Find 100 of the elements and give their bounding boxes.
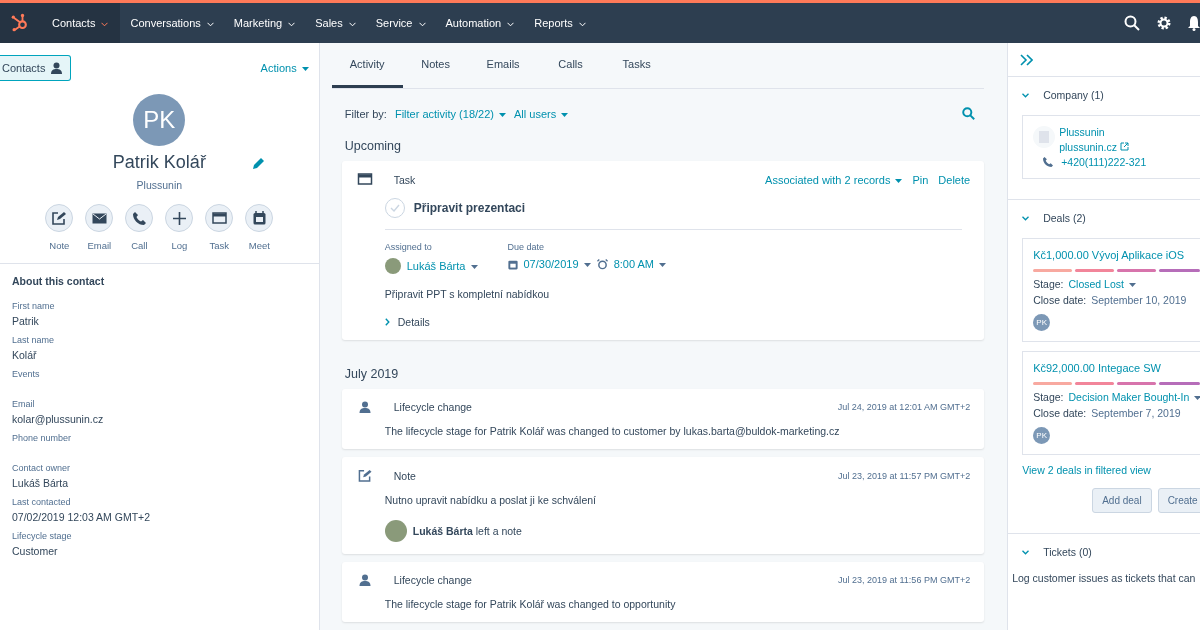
- chevron-right-icon: [384, 318, 390, 326]
- nav-menu-item[interactable]: Contacts: [40, 3, 121, 43]
- close-date-text: Close date: September 7, 2019: [1033, 407, 1182, 419]
- task-title: Připravit prezentaci: [413, 201, 526, 215]
- event-description: The lifecycle stage for Patrik Kolář was changed to opportunity: [383, 598, 677, 610]
- activity-tab[interactable]: Emails: [468, 43, 538, 88]
- note-author-text: Lukáš Bárta left a note: [412, 525, 522, 537]
- deal-stage-dropdown[interactable]: Closed Lost: [1068, 278, 1136, 290]
- chevron-down-icon: [101, 21, 109, 27]
- deal-stage-dropdown[interactable]: Decision Maker Bought-In: [1068, 391, 1200, 403]
- property-value[interactable]: 07/02/2019 12:03 AM GMT+2: [12, 511, 307, 523]
- calendar-icon: [507, 258, 518, 270]
- event-description: Nutno upravit nabídku a poslat ji ke schválení: [383, 494, 598, 506]
- deal-title-link[interactable]: Kč1,000.00 Vývoj Aplikace iOS: [1033, 249, 1185, 261]
- company-name-link[interactable]: Plussunin: [1059, 126, 1147, 138]
- sprocket-logo-icon[interactable]: [0, 3, 40, 43]
- chevron-down-icon[interactable]: [1022, 549, 1030, 555]
- event-timestamp: Jul 23, 2019 at 11:56 PM GMT+2: [838, 575, 971, 585]
- due-date-label: Due date: [507, 242, 546, 252]
- due-date-dropdown[interactable]: 07/30/2019: [523, 258, 591, 270]
- caret-down-icon: [1194, 396, 1200, 401]
- notification-bell-icon[interactable]: [1188, 15, 1200, 31]
- activity-tab[interactable]: Activity: [331, 43, 403, 88]
- chevron-down-icon[interactable]: [1022, 92, 1030, 98]
- activity-tab[interactable]: Calls: [537, 43, 604, 88]
- caret-down-icon: [583, 263, 591, 268]
- quick-action-button[interactable]: [245, 204, 274, 232]
- nav-menu-item[interactable]: Sales: [305, 3, 366, 43]
- quick-action-button[interactable]: [125, 204, 154, 232]
- task-window-icon: [356, 173, 373, 186]
- person-icon: [51, 62, 63, 74]
- property-value[interactable]: Kolář: [12, 349, 307, 361]
- stage-label: Stage:: [1033, 391, 1064, 403]
- contact-company: Plussunin: [135, 179, 184, 191]
- nav-menu-item[interactable]: Conversations: [120, 3, 224, 43]
- property-label: Phone number: [12, 433, 73, 443]
- caret-down-icon: [470, 265, 478, 270]
- owner-avatar: PK: [1033, 314, 1051, 331]
- quick-action-label: Meet: [248, 240, 270, 251]
- nav-menu-item[interactable]: Reports: [524, 3, 596, 43]
- filter-activity-dropdown[interactable]: Filter activity (18/22): [394, 107, 506, 120]
- checkmark-icon: [389, 204, 400, 212]
- quick-action-label: Call: [131, 240, 148, 251]
- phone-icon: [132, 211, 146, 225]
- quick-action-button[interactable]: [165, 204, 194, 232]
- property-label: Lifecycle stage: [12, 531, 73, 541]
- delete-link[interactable]: Delete: [938, 173, 971, 186]
- deal-action-button[interactable]: Add deal: [1092, 488, 1152, 513]
- quick-action-button[interactable]: [85, 204, 114, 232]
- contact-avatar: PK: [133, 94, 186, 146]
- users-dropdown[interactable]: All users: [514, 107, 569, 120]
- due-time-dropdown[interactable]: 8:00 AM: [613, 258, 667, 270]
- event-type: Lifecycle change: [393, 574, 472, 586]
- edit-pencil-icon[interactable]: [252, 157, 265, 170]
- nav-menu-item[interactable]: Automation: [435, 3, 525, 43]
- view-deals-link[interactable]: View 2 deals in filtered view: [1022, 464, 1200, 476]
- search-icon[interactable]: [1124, 15, 1140, 31]
- company-phone-link[interactable]: +420(111)222-321: [1061, 156, 1147, 168]
- property-value[interactable]: Customer: [12, 545, 307, 557]
- quick-action-button[interactable]: [45, 204, 74, 232]
- event-timestamp: Jul 24, 2019 at 12:01 AM GMT+2: [837, 402, 971, 412]
- property-value[interactable]: Lukáš Bárta: [12, 477, 307, 489]
- property-label: Events: [12, 369, 41, 379]
- chevron-down-icon: [507, 21, 515, 27]
- tickets-description: Log customer issues as tickets that can: [1012, 572, 1197, 584]
- quick-action-button[interactable]: [205, 204, 234, 232]
- contacts-back-button[interactable]: Contacts: [0, 55, 72, 81]
- property-value[interactable]: Patrik: [12, 315, 307, 327]
- settings-icon[interactable]: [1156, 15, 1172, 31]
- event-type: Note: [393, 469, 416, 482]
- stage-label: Stage:: [1033, 278, 1064, 290]
- filter-label: Filter by:: [344, 107, 387, 120]
- deal-title-link[interactable]: Kč92,000.00 Integace SW: [1033, 362, 1161, 374]
- plus-icon: [172, 211, 186, 225]
- collapse-sidebar-icon[interactable]: [1020, 53, 1034, 66]
- event-type: Task: [393, 173, 416, 186]
- chevron-down-icon[interactable]: [1022, 215, 1030, 221]
- pencil-square-icon: [52, 211, 67, 225]
- chevron-down-icon: [288, 21, 296, 27]
- chevron-down-icon: [206, 21, 214, 27]
- task-description: Připravit PPT s kompletní nabídkou: [384, 288, 551, 300]
- activity-tab[interactable]: Tasks: [603, 43, 670, 88]
- nav-menu-item[interactable]: Marketing: [223, 3, 306, 43]
- actions-dropdown[interactable]: Actions: [260, 62, 309, 74]
- quick-action-label: Note: [49, 240, 70, 251]
- property-value[interactable]: kolar@plussunin.cz: [12, 413, 307, 425]
- details-toggle[interactable]: Details: [384, 316, 430, 328]
- chevron-down-icon: [418, 21, 426, 27]
- alarm-clock-icon: [596, 258, 608, 270]
- company-domain-link[interactable]: plussunin.cz: [1059, 141, 1147, 153]
- assignee-dropdown[interactable]: Lukáš Bárta: [406, 260, 478, 272]
- associations-dropdown[interactable]: Associated with 2 records: [765, 173, 903, 186]
- pin-link[interactable]: Pin: [912, 173, 929, 186]
- event-type: Lifecycle change: [393, 401, 472, 413]
- activity-tab[interactable]: Notes: [402, 43, 469, 88]
- contact-name: Patrik Kolář: [112, 152, 206, 173]
- quick-action-label: Email: [87, 240, 112, 251]
- chevron-down-icon: [348, 21, 356, 27]
- nav-menu-item[interactable]: Service: [365, 3, 436, 43]
- deal-action-button[interactable]: Create: [1157, 488, 1200, 513]
